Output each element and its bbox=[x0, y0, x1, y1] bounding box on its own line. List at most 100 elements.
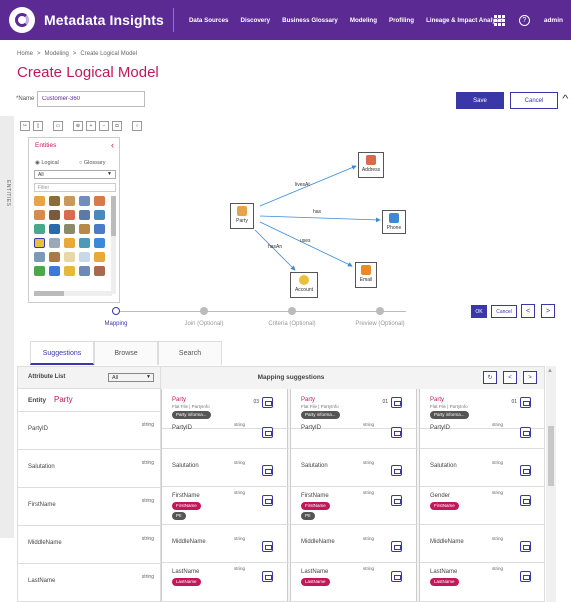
model-name-input[interactable] bbox=[37, 91, 145, 107]
node-phone[interactable]: Phone bbox=[382, 210, 406, 234]
palette-hscrollbar[interactable] bbox=[34, 291, 112, 296]
nav-business-glossary[interactable]: Business Glossary bbox=[282, 17, 338, 24]
node-party[interactable]: Party bbox=[230, 203, 254, 229]
entity-icon[interactable] bbox=[34, 238, 45, 248]
suggestion-cell[interactable]: PartyID string bbox=[420, 411, 544, 449]
node-address[interactable]: Address bbox=[358, 152, 384, 178]
node-email[interactable]: Email bbox=[355, 262, 377, 288]
step-criteria-dot[interactable] bbox=[288, 307, 296, 315]
step-cancel-button[interactable]: Cancel bbox=[491, 305, 517, 318]
map-attribute-icon[interactable] bbox=[520, 571, 531, 582]
suggestion-cell[interactable]: Gender string FirstName bbox=[420, 487, 544, 525]
suggestions-prev-button[interactable]: < bbox=[503, 371, 517, 384]
prev-step-button[interactable]: < bbox=[521, 304, 535, 318]
map-attribute-icon[interactable] bbox=[262, 571, 273, 582]
map-attribute-icon[interactable] bbox=[520, 427, 531, 438]
model-diagram-canvas[interactable]: livesAt has uses hasAn Party Address Pho… bbox=[130, 130, 560, 305]
entity-icon[interactable] bbox=[94, 224, 105, 234]
tab-suggestions[interactable]: Suggestions bbox=[30, 341, 94, 365]
step-preview-dot[interactable] bbox=[376, 307, 384, 315]
suggestion-cell[interactable]: PartyID string bbox=[291, 411, 418, 449]
close-palette-icon[interactable]: ‹ bbox=[111, 140, 114, 150]
entity-icon[interactable] bbox=[49, 266, 60, 276]
attribute-row[interactable]: Salutation string bbox=[18, 449, 160, 487]
entity-icon[interactable] bbox=[49, 196, 60, 206]
map-attribute-icon[interactable] bbox=[262, 541, 273, 552]
scrollbar-thumb[interactable] bbox=[548, 426, 554, 486]
app-title[interactable]: Metadata Insights bbox=[44, 12, 164, 28]
cancel-button[interactable]: Cancel bbox=[510, 92, 558, 109]
suggestion-cell[interactable]: Salutation string bbox=[162, 449, 289, 487]
tab-search[interactable]: Search bbox=[158, 341, 222, 365]
help-icon[interactable]: ? bbox=[518, 14, 530, 26]
map-attribute-icon[interactable] bbox=[262, 495, 273, 506]
app-grid-icon[interactable] bbox=[493, 14, 505, 26]
entity-icon[interactable] bbox=[49, 252, 60, 262]
suggestion-cell[interactable]: Salutation string bbox=[291, 449, 418, 487]
palette-filter-input[interactable]: Filter bbox=[34, 183, 116, 192]
entity-icon[interactable] bbox=[34, 266, 45, 276]
suggestion-cell[interactable]: Salutation string bbox=[420, 449, 544, 487]
zoom-out-icon[interactable]: − bbox=[99, 121, 109, 131]
suggestion-cell[interactable]: MiddleName string bbox=[162, 525, 289, 563]
ok-button[interactable]: OK bbox=[471, 305, 487, 318]
entity-icon[interactable] bbox=[64, 238, 75, 248]
map-attribute-icon[interactable] bbox=[520, 495, 531, 506]
step-criteria-label[interactable]: Criteria (Optional) bbox=[268, 321, 315, 327]
entity-icon[interactable] bbox=[94, 238, 105, 248]
map-entity-icon[interactable] bbox=[520, 397, 531, 408]
radio-glossary[interactable]: ○ Glossary bbox=[79, 160, 106, 166]
page-scrollbar[interactable]: ▲ bbox=[546, 366, 556, 602]
entity-icon[interactable] bbox=[64, 196, 75, 206]
entity-icon[interactable] bbox=[34, 252, 45, 262]
entity-icon[interactable] bbox=[64, 210, 75, 220]
entities-side-tab[interactable]: ENTITIES bbox=[1, 180, 11, 207]
suggestion-cell[interactable]: PartyID string bbox=[162, 411, 289, 449]
breadcrumb-home[interactable]: Home bbox=[17, 51, 33, 57]
attribute-row[interactable]: PartyID string bbox=[18, 411, 160, 449]
breadcrumb-modeling[interactable]: Modeling bbox=[45, 51, 69, 57]
attribute-row[interactable]: FirstName string bbox=[18, 487, 160, 525]
cut-icon[interactable]: ✂ bbox=[20, 121, 30, 131]
map-entity-icon[interactable] bbox=[262, 397, 273, 408]
step-preview-label[interactable]: Preview (Optional) bbox=[355, 321, 404, 327]
entity-icon[interactable] bbox=[49, 210, 60, 220]
step-mapping-label[interactable]: Mapping bbox=[104, 321, 127, 327]
map-attribute-icon[interactable] bbox=[520, 465, 531, 476]
entity-icon[interactable] bbox=[64, 252, 75, 262]
refresh-icon[interactable]: ↻ bbox=[483, 371, 497, 384]
radio-logical[interactable]: ◉ Logical bbox=[35, 160, 59, 166]
entity-icon[interactable] bbox=[79, 252, 90, 262]
suggestion-cell[interactable]: FirstName string FirstName PII bbox=[162, 487, 289, 525]
map-attribute-icon[interactable] bbox=[391, 571, 402, 582]
entity-icon[interactable] bbox=[94, 210, 105, 220]
entity-icon[interactable] bbox=[79, 266, 90, 276]
palette-scrollbar[interactable] bbox=[111, 196, 116, 294]
attribute-list-select[interactable]: All ▼ bbox=[108, 373, 154, 382]
map-attribute-icon[interactable] bbox=[391, 465, 402, 476]
step-mapping-dot[interactable] bbox=[112, 307, 120, 315]
suggestions-next-button[interactable]: > bbox=[523, 371, 537, 384]
nav-data-sources[interactable]: Data Sources bbox=[189, 17, 229, 24]
suggestion-cell[interactable]: FirstName string FirstName PII bbox=[291, 487, 418, 525]
entity-icon[interactable] bbox=[79, 210, 90, 220]
entity-icon[interactable] bbox=[79, 224, 90, 234]
entity-icon[interactable] bbox=[94, 252, 105, 262]
next-step-button[interactable]: > bbox=[541, 304, 555, 318]
step-join-dot[interactable] bbox=[200, 307, 208, 315]
entity-icon[interactable] bbox=[34, 224, 45, 234]
scroll-up-icon[interactable]: ▲ bbox=[547, 368, 553, 374]
tab-browse[interactable]: Browse bbox=[94, 341, 158, 365]
map-attribute-icon[interactable] bbox=[391, 427, 402, 438]
suggestion-cell[interactable]: MiddleName string bbox=[420, 525, 544, 563]
map-attribute-icon[interactable] bbox=[262, 427, 273, 438]
save-button[interactable]: Save bbox=[456, 92, 504, 109]
user-menu[interactable]: admin bbox=[544, 17, 563, 24]
chevron-up-icon[interactable]: ^ bbox=[562, 94, 568, 105]
nav-discovery[interactable]: Discovery bbox=[241, 17, 271, 24]
nav-modeling[interactable]: Modeling bbox=[350, 17, 377, 24]
attribute-row[interactable]: MiddleName string bbox=[18, 525, 160, 563]
suggestion-cell[interactable]: LastName string LastName bbox=[291, 563, 418, 601]
map-entity-icon[interactable] bbox=[391, 397, 402, 408]
entity-icon[interactable] bbox=[64, 224, 75, 234]
